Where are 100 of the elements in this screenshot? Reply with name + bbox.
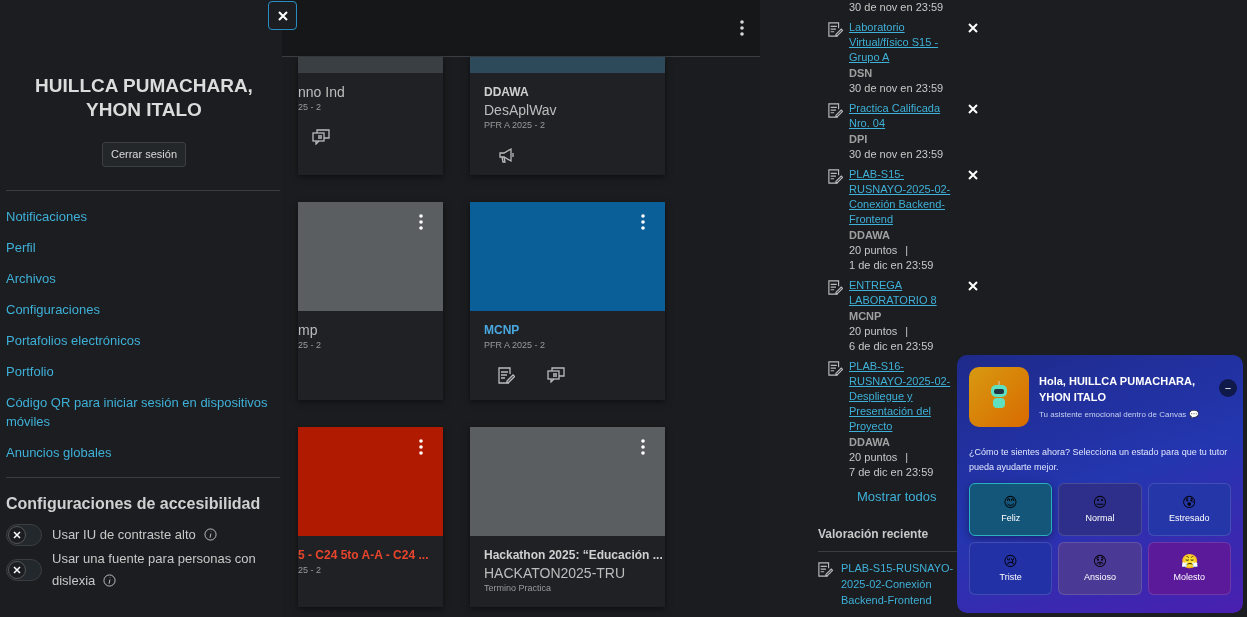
course-term: Termino Practica <box>484 582 553 595</box>
course-card[interactable]: nno Ind 25 - 2 <box>298 57 443 175</box>
separator-text: | <box>905 450 909 465</box>
course-card[interactable]: 5 - C24 5to A-A - C24 ... 25 - 2 <box>298 427 443 607</box>
due-date: 30 de nov en 23:59 <box>849 147 945 162</box>
due-date: 30 de nov en 23:59 <box>849 81 945 96</box>
more-options-icon[interactable] <box>419 439 423 455</box>
mood-button[interactable]: 😤 Molesto <box>1147 542 1231 595</box>
toggle-switch[interactable] <box>6 559 42 581</box>
user-name: HUILLCA PUMACHARA, YHON ITALO <box>34 74 254 122</box>
mood-button[interactable]: 😰 Estresado <box>1147 483 1231 536</box>
more-options-icon[interactable] <box>641 214 645 230</box>
mood-button[interactable]: 😟 Ansioso <box>1058 542 1142 595</box>
info-icon[interactable] <box>103 574 117 587</box>
dismiss-button[interactable] <box>968 23 978 33</box>
mood-button[interactable]: 😢 Triste <box>969 542 1053 595</box>
course-card[interactable]: mp 25 - 2 <box>298 202 443 400</box>
course-code: DDAWA <box>849 228 891 243</box>
points-text: 20 puntos <box>849 324 898 339</box>
course-code: MCNP <box>849 309 883 324</box>
close-icon <box>968 281 978 291</box>
course-code: DDAWA <box>849 435 891 450</box>
due-date: 7 de dic en 23:59 <box>849 465 935 480</box>
document-pencil-icon <box>828 169 843 184</box>
course-term: PFR A 2025 - 2 <box>484 119 547 132</box>
todo-link[interactable]: Practica Calificada Nro. 04 <box>849 101 961 131</box>
course-code[interactable]: Hackathon 2025: “Educación ... <box>484 546 665 564</box>
more-options-icon[interactable] <box>419 214 423 230</box>
menu-link[interactable]: Archivos <box>6 269 282 288</box>
document-pencil-icon[interactable] <box>498 366 515 384</box>
course-code: DSN <box>849 66 874 81</box>
course-term: 25 - 2 <box>298 339 322 352</box>
speech-bubbles-icon[interactable] <box>547 366 565 383</box>
course-code[interactable]: DDAWA <box>484 83 665 101</box>
info-icon[interactable] <box>203 528 217 541</box>
course-code: DPI <box>849 132 869 147</box>
menu-link[interactable]: Perfil <box>6 238 282 257</box>
course-name: DesAplWav <box>484 101 558 119</box>
close-icon <box>277 10 288 21</box>
points-text: 20 puntos <box>849 243 898 258</box>
separator-text: | <box>905 324 909 339</box>
course-name: HACKATON2025-TRU <box>484 564 627 582</box>
toggle-switch[interactable] <box>6 524 42 546</box>
dismiss-button[interactable] <box>968 281 978 291</box>
course-name: mp <box>298 321 319 339</box>
option-label: Usar IU de contraste alto <box>52 524 267 546</box>
option-label: Usar una fuente para personas con dislexia <box>52 550 257 590</box>
menu-link[interactable]: Notificaciones <box>6 207 282 226</box>
todo-link[interactable]: PLAB-S15-RUSNAYO-2025-02-Conexión Backend-Frontend <box>849 167 961 227</box>
dismiss-button[interactable] <box>968 170 978 180</box>
separator-text: | <box>905 243 909 258</box>
course-card[interactable]: DDAWA DesAplWav PFR A 2025 - 2 <box>470 57 665 175</box>
document-pencil-icon <box>828 22 843 37</box>
more-options-icon[interactable] <box>641 439 645 455</box>
graded-link[interactable]: PLAB-S15-RUSNAYO-2025-02-Conexión Backend-Frontend <box>841 559 956 608</box>
document-pencil-icon <box>828 361 843 376</box>
course-term: 25 - 2 <box>298 101 322 114</box>
document-pencil-icon <box>818 561 833 577</box>
menu-link[interactable]: Configuraciones <box>6 300 282 319</box>
todo-link[interactable]: ENTREGA LABORATORIO 8 <box>849 278 961 308</box>
due-date: 6 de dic en 23:59 <box>849 339 935 354</box>
course-code[interactable]: MCNP <box>484 321 665 339</box>
course-term: 25 - 2 <box>298 564 322 577</box>
greeting-subtitle: Tu asistente emocional dentro de Canvas 💬 <box>1039 409 1200 421</box>
document-pencil-icon <box>828 103 843 118</box>
document-pencil-icon <box>828 280 843 295</box>
close-icon <box>968 170 978 180</box>
close-icon <box>968 104 978 114</box>
mood-button[interactable]: 😐 Normal <box>1058 483 1142 536</box>
dismiss-button[interactable] <box>968 104 978 114</box>
minimize-button[interactable]: − <box>1219 379 1237 397</box>
menu-link[interactable]: Portfolio <box>6 362 282 381</box>
due-date: 1 de dic en 23:59 <box>849 258 935 273</box>
todo-link[interactable]: PLAB-S16-RUSNAYO-2025-02-Despliegue y Presentación del Proyecto <box>849 359 961 434</box>
points-text: 20 puntos <box>849 450 898 465</box>
course-code[interactable]: 5 - C24 5to A-A - C24 ... <box>298 546 443 564</box>
menu-link[interactable]: Anuncios globales <box>6 443 282 462</box>
greeting-title: Hola, HUILLCA PUMACHARA, YHON ITALO <box>1039 374 1197 405</box>
course-card[interactable]: Hackathon 2025: “Educación ... HACKATON2025-TRU Termino Practica <box>470 427 665 607</box>
more-options-icon[interactable] <box>740 20 744 36</box>
course-name: nno Ind <box>298 83 346 101</box>
course-card[interactable]: MCNP PFR A 2025 - 2 <box>470 202 665 400</box>
logout-button[interactable]: Cerrar sesión <box>102 142 186 167</box>
close-icon <box>968 23 978 33</box>
megaphone-icon[interactable] <box>498 146 516 163</box>
speech-bubbles-icon[interactable] <box>312 128 330 145</box>
robot-avatar-icon <box>969 367 1029 427</box>
due-date: 30 de nov en 23:59 <box>849 0 945 15</box>
toggle-knob-icon <box>8 526 26 544</box>
menu-link[interactable]: Portafolios electrónicos <box>6 331 282 350</box>
course-term: PFR A 2025 - 2 <box>484 339 547 352</box>
mood-question: ¿Cómo te sientes ahora? Selecciona un estado para que tu tutor pueda ayudarte mejor. <box>969 446 1229 474</box>
toggle-knob-icon <box>8 561 26 579</box>
show-all-link[interactable]: Mostrar todos <box>857 487 937 507</box>
todo-link[interactable]: Laboratorio Virtual/físico S15 - Grupo A <box>849 20 961 65</box>
menu-link[interactable]: Código QR para iniciar sesión en dispositivos móviles <box>6 393 282 431</box>
section-heading: Valoración reciente <box>818 525 929 543</box>
mood-button[interactable]: 😊 Feliz <box>969 483 1053 536</box>
section-heading: Configuraciones de accesibilidad <box>6 494 262 514</box>
close-button[interactable] <box>268 1 297 30</box>
